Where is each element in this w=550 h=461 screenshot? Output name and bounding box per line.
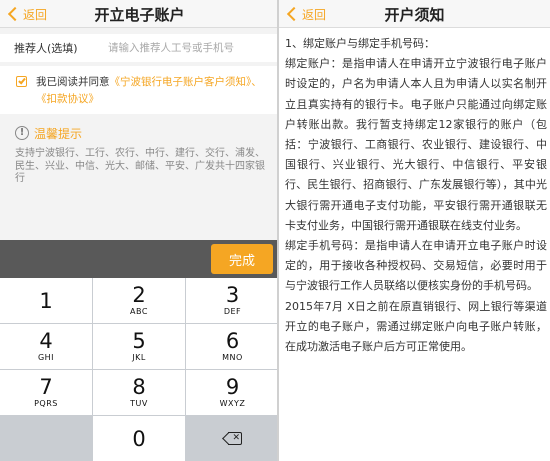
key-letters: DEF [223,307,242,316]
key-6[interactable]: 6 MNO [186,324,279,369]
notice-paragraph: 绑定手机号码：是指申请人在申请开立电子账户时设定的，用于接收各种授权码、交易短信… [285,239,547,293]
numeric-keypad: 1 2 ABC 3 DEF 4 GHI 5 JKL 6 MNO 7 PQRS 8 TUV 9W… [0,278,279,461]
tips-text: 支持宁波银行、工行、农行、中行、建行、交行、浦发、民生、兴业、中信、光大、邮储、… [15,148,265,184]
delete-key[interactable]: ✕ [186,416,279,461]
tips-title: 温馨提示 [34,127,83,141]
chevron-left-icon [7,6,23,22]
done-button[interactable]: 完成 [211,244,273,274]
key-digit: 7 [39,375,53,399]
keyboard-toolbar: 完成 [0,240,279,278]
key-digit: 4 [39,329,53,353]
key-7[interactable]: 7 PQRS [0,370,92,415]
key-letters: GHI [37,353,55,362]
key-3[interactable]: 3 DEF [186,278,279,323]
referrer-row: 推荐人(选填) [0,34,279,62]
agreement-checkbox[interactable] [16,76,27,87]
key-letters: PQRS [34,399,58,408]
open-account-screen: 返回 开立电子账户 推荐人(选填) 我已阅读并同意《宁波银行电子账户客户须知》、… [0,0,279,461]
notice-content: 1、绑定账户与绑定手机号码： 绑定账户：是指申请人在申请开立宁波银行电子账户时设… [285,34,547,357]
key-digit: 6 [225,329,240,353]
key-letters: JKL [132,353,146,362]
key-letters: TUV [130,399,148,408]
key-0[interactable]: 0 [93,416,185,461]
agreement-row: 我已阅读并同意《宁波银行电子账户客户须知》、《扣款协议》 [0,66,279,114]
tips-section: ! 温馨提示 支持宁波银行、工行、农行、中行、建行、交行、浦发、民生、兴业、中信… [0,118,279,240]
key-digit: 3 [225,283,240,307]
deduction-agreement-link[interactable]: 《扣款协议》 [36,93,99,105]
key-2[interactable]: 2 ABC [93,278,185,323]
key-1[interactable]: 1 [0,278,92,323]
referrer-label: 推荐人(选填) [14,42,78,55]
key-blank [0,416,92,461]
key-4[interactable]: 4 GHI [0,324,92,369]
back-label: 返回 [302,7,327,22]
back-label: 返回 [23,7,48,22]
key-9[interactable]: 9 WXYZ [186,370,279,415]
account-notice-screen: 返回 开户须知 1、绑定账户与绑定手机号码： 绑定账户：是指申请人在申请开立宁波… [279,0,550,461]
key-digit: 1 [39,288,53,313]
key-letters: MNO [222,353,243,362]
key-digit: 0 [132,426,146,451]
nav-bar: 返回 开立电子账户 [0,0,279,28]
key-letters: WXYZ [219,399,246,408]
key-digit: 8 [132,375,146,399]
key-digit: 2 [132,283,146,307]
referrer-input[interactable] [108,42,278,54]
backspace-icon: ✕ [221,432,242,445]
checkmark-icon [18,76,26,85]
back-button[interactable]: 返回 [286,3,326,25]
notice-paragraph: 绑定账户：是指申请人在申请开立宁波银行电子账户时设定的，户名为申请人本人且为申请… [285,57,547,232]
chevron-left-icon [286,6,302,22]
back-button[interactable]: 返回 [7,3,47,25]
key-letters: ABC [130,307,148,316]
notice-paragraph: 2015年7月 X日之前在原直销银行、网上银行等渠道开立的电子账户，需通过绑定账… [285,299,547,354]
notice-paragraph: 1、绑定账户与绑定手机号码： [285,37,435,50]
agreement-text: 我已阅读并同意《宁波银行电子账户客户须知》、《扣款协议》 [36,74,272,108]
key-digit: 5 [132,329,146,353]
nav-bar: 返回 开户须知 [279,0,550,28]
info-icon: ! [15,126,29,140]
agreement-separator: 、 [251,76,262,88]
agreement-prefix: 我已阅读并同意 [36,76,110,88]
key-digit: 9 [225,375,240,399]
key-5[interactable]: 5 JKL [93,324,185,369]
key-8[interactable]: 8 TUV [93,370,185,415]
customer-notice-link[interactable]: 《宁波银行电子账户客户须知》 [110,76,252,88]
